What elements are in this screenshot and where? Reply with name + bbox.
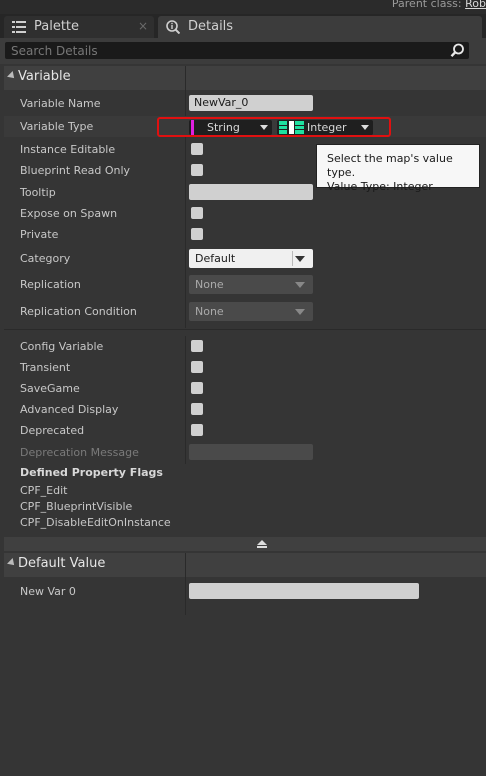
deprecation-message-input[interactable] [189, 444, 313, 460]
row-replication-condition: Replication Condition None [4, 301, 486, 322]
private-checkbox[interactable] [191, 228, 203, 240]
label: Deprecated [20, 424, 85, 437]
deprecated-checkbox[interactable] [191, 424, 203, 436]
label: Category [20, 252, 71, 265]
replication-dropdown[interactable]: None [189, 275, 313, 294]
transient-checkbox[interactable] [191, 361, 203, 373]
instance-editable-checkbox[interactable] [191, 143, 203, 155]
label: Expose on Spawn [20, 207, 118, 220]
row-private: Private [4, 224, 486, 245]
expose-on-spawn-checkbox[interactable] [191, 207, 203, 219]
label: Tooltip [20, 186, 56, 199]
new-var-0-input[interactable] [189, 583, 419, 599]
replication-condition-value: None [195, 305, 224, 318]
row-deprecated: Deprecated [4, 420, 486, 441]
chevron-down-icon [295, 282, 305, 288]
category-title: Default Value [18, 556, 106, 571]
search-input[interactable] [5, 42, 451, 59]
row-expose-on-spawn: Expose on Spawn [4, 203, 486, 224]
replication-value: None [195, 278, 224, 291]
row-new-var-0: New Var 0 [4, 581, 486, 602]
row-config-variable: Config Variable [4, 336, 486, 357]
label: New Var 0 [20, 585, 76, 598]
tooltip-line-1: Select the map's value type. [327, 152, 453, 179]
value-type-tooltip: Select the map's value type. Value Type:… [316, 144, 480, 193]
label: Private [20, 228, 59, 241]
label: SaveGame [20, 382, 80, 395]
parent-class-label: Parent class: [391, 0, 462, 10]
label: Replication Condition [20, 305, 137, 318]
chevron-down-icon [295, 309, 305, 315]
label: Variable Name [20, 97, 101, 110]
tab-details[interactable]: Details [158, 16, 482, 38]
tooltip-line-2: Value Type: Integer [327, 180, 433, 193]
row-transient: Transient [4, 357, 486, 378]
magnifier-info-icon [166, 20, 180, 34]
list-icon [12, 21, 26, 33]
flags-title: Defined Property Flags [20, 466, 163, 479]
row-savegame: SaveGame [4, 378, 486, 399]
tab-details-label: Details [188, 19, 234, 34]
collapse-up-icon [257, 540, 267, 545]
label: Config Variable [20, 340, 104, 353]
top-bar: Parent class: Rob [0, 0, 486, 14]
row-replication: Replication None [4, 274, 486, 295]
config-variable-checkbox[interactable] [191, 340, 203, 352]
chevron-down-icon [295, 256, 305, 262]
category-variable-header[interactable]: Variable [4, 66, 486, 90]
parent-class: Parent class: Rob [392, 0, 486, 10]
label: Replication [20, 278, 81, 291]
search-bar [0, 38, 486, 64]
label: Advanced Display [20, 403, 119, 416]
tab-palette[interactable]: Palette × [4, 16, 154, 38]
close-icon[interactable]: × [138, 19, 148, 33]
replication-condition-dropdown[interactable]: None [189, 302, 313, 321]
label: Deprecation Message [20, 446, 139, 459]
category-combobox[interactable]: Default [189, 249, 313, 268]
flag-item: CPF_DisableEditOnInstance [4, 512, 486, 533]
savegame-checkbox[interactable] [191, 382, 203, 394]
collapse-arrow-icon [7, 558, 17, 568]
parent-class-link[interactable]: Rob [465, 0, 486, 10]
label: Transient [20, 361, 71, 374]
advanced-display-checkbox[interactable] [191, 403, 203, 415]
label: Instance Editable [20, 143, 116, 156]
tooltip-input[interactable] [189, 184, 313, 200]
tab-palette-label: Palette [34, 19, 80, 34]
search-icon[interactable] [450, 43, 465, 58]
label: Variable Type [20, 120, 94, 133]
blueprint-read-only-checkbox[interactable] [191, 164, 203, 176]
row-variable-name: Variable Name NewVar_0 [4, 93, 486, 114]
collapse-arrow-icon [7, 71, 17, 81]
category-value: Default [195, 252, 236, 265]
tab-bar: Palette × Details [0, 14, 486, 38]
row-deprecation-message: Deprecation Message [4, 442, 486, 463]
row-category: Category Default [4, 248, 486, 269]
row-advanced-display: Advanced Display [4, 399, 486, 420]
label: Blueprint Read Only [20, 164, 131, 177]
category-title: Variable [18, 69, 71, 84]
category-default-value-header[interactable]: Default Value [4, 553, 486, 577]
flag-label: CPF_DisableEditOnInstance [20, 516, 171, 529]
variable-name-input[interactable]: NewVar_0 [189, 95, 313, 111]
highlight-box [157, 117, 391, 137]
search-box [5, 42, 469, 59]
divider [4, 329, 486, 330]
collapse-advanced-button[interactable] [4, 537, 486, 551]
